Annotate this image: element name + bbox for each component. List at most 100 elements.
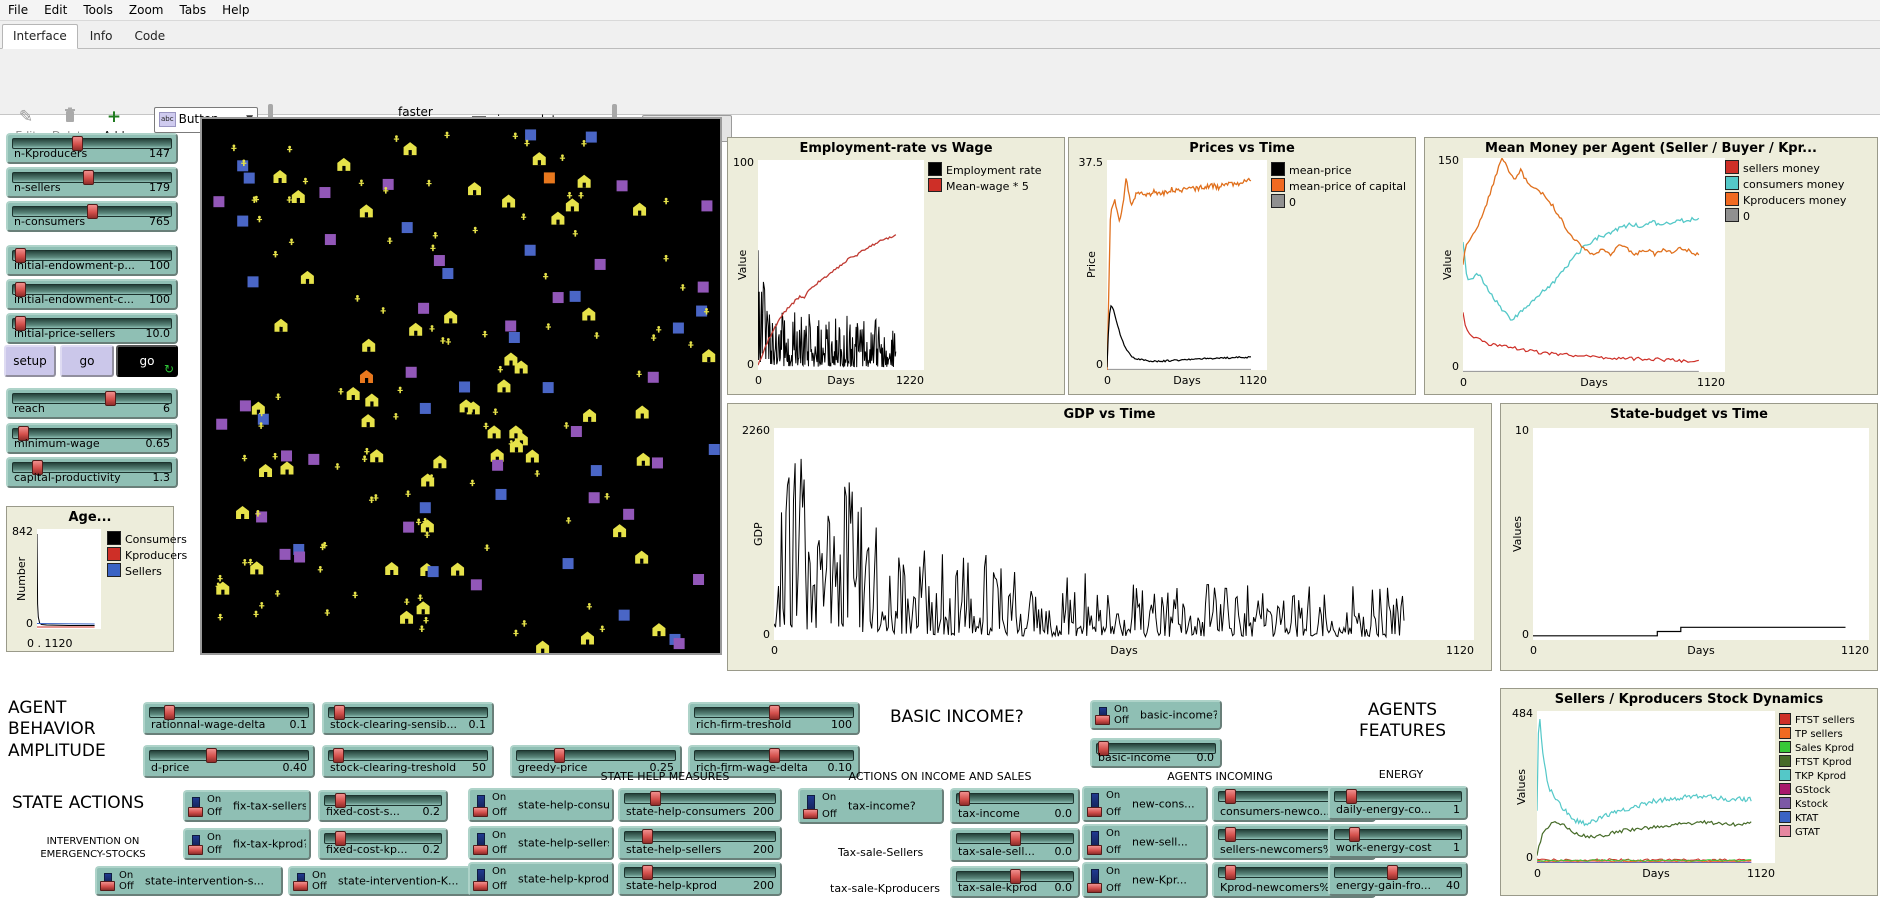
menu-item-tabs[interactable]: Tabs bbox=[172, 0, 215, 20]
slider-handle-state-help-consumers[interactable] bbox=[650, 791, 661, 806]
slider-initial-price-sellers[interactable]: initial-price-sellers10.0 bbox=[6, 313, 178, 344]
slider-stock-clearing-treshold[interactable]: stock-clearing-treshold50 bbox=[322, 745, 494, 778]
switch-handle-new-sell[interactable] bbox=[1087, 845, 1102, 855]
menu-item-zoom[interactable]: Zoom bbox=[121, 0, 172, 20]
slider-state-help-kprod[interactable]: state-help-kprod200 bbox=[618, 862, 782, 896]
person-agent bbox=[338, 388, 343, 395]
house-agent bbox=[635, 551, 648, 564]
slider-capital-productivity[interactable]: capital-productivity1.3 bbox=[6, 457, 178, 488]
switch-handle-tax-income-q[interactable] bbox=[803, 809, 818, 819]
switch-label: state-intervention-K... bbox=[338, 875, 471, 888]
slider-groove-state-help-consumers bbox=[624, 793, 776, 804]
switch-new-sell[interactable]: OnOffnew-sell... bbox=[1082, 824, 1208, 860]
switch-handle-fix-tax-sellers[interactable] bbox=[188, 807, 203, 817]
slider-rationnal-wage-delta[interactable]: rationnal-wage-delta0.1 bbox=[143, 702, 315, 735]
switch-handle-state-help-consu[interactable] bbox=[473, 807, 488, 817]
slider-tax-sale-kprod[interactable]: tax-sale-kprod0.0 bbox=[950, 866, 1080, 898]
switch-fix-tax-sellers[interactable]: OnOfffix-tax-sellers? bbox=[183, 790, 311, 822]
slider-handle-kprod-newcomers[interactable] bbox=[1225, 865, 1236, 880]
person-agent bbox=[425, 531, 430, 538]
slider-state-help-sellers[interactable]: state-help-sellers200 bbox=[618, 826, 782, 860]
switch-new-kpr[interactable]: OnOffnew-Kpr... bbox=[1082, 862, 1208, 898]
slider-handle-d-price[interactable] bbox=[206, 748, 217, 763]
slider-work-energy-cost[interactable]: work-energy-cost1 bbox=[1328, 824, 1468, 858]
slider-n-consumers[interactable]: n-consumers765 bbox=[6, 201, 178, 232]
tab-info[interactable]: Info bbox=[80, 25, 123, 48]
switch-tax-income-q[interactable]: OnOfftax-income? bbox=[798, 788, 944, 824]
slider-reach[interactable]: reach6 bbox=[6, 388, 178, 419]
switch-on-label: On bbox=[207, 832, 221, 843]
person-agent bbox=[483, 423, 488, 430]
slider-handle-work-energy-cost[interactable] bbox=[1349, 827, 1360, 842]
switch-basic-income-q[interactable]: OnOffbasic-income? bbox=[1090, 700, 1222, 730]
button-go-forever[interactable]: go↻ bbox=[116, 345, 178, 377]
slider-n-sellers[interactable]: n-sellers179 bbox=[6, 167, 178, 198]
square-agent bbox=[420, 502, 431, 513]
switch-state-help-consu[interactable]: OnOffstate-help-consu... bbox=[468, 788, 614, 822]
switch-handle-state-intervention-k[interactable] bbox=[293, 881, 308, 891]
slider-handle-n-sellers[interactable] bbox=[83, 170, 94, 185]
switch-state-help-kprod-q[interactable]: OnOffstate-help-kprod? bbox=[468, 862, 614, 896]
switch-state-intervention-s[interactable]: OnOffstate-intervention-s... bbox=[95, 866, 283, 896]
square-agent bbox=[459, 381, 470, 392]
tab-code[interactable]: Code bbox=[124, 25, 175, 48]
square-agent bbox=[674, 638, 685, 649]
slider-state-help-consumers[interactable]: state-help-consumers200 bbox=[618, 788, 782, 822]
switch-handle-state-intervention-s[interactable] bbox=[100, 881, 115, 891]
slider-fixed-cost-kp[interactable]: fixed-cost-kp...0.2 bbox=[318, 828, 448, 860]
switch-handle-state-help-kprod-q[interactable] bbox=[473, 881, 488, 891]
slider-handle-tax-sale-sell[interactable] bbox=[1010, 831, 1021, 846]
slider-basic-income[interactable]: basic-income0.0 bbox=[1090, 738, 1222, 768]
slider-energy-gain-fro[interactable]: energy-gain-fro...40 bbox=[1328, 862, 1468, 896]
button-go[interactable]: go bbox=[60, 345, 114, 377]
slider-n-kproducers[interactable]: n-Kproducers147 bbox=[6, 133, 178, 164]
slider-minimum-wage[interactable]: minimum-wage0.65 bbox=[6, 423, 178, 454]
slider-fixed-cost-s[interactable]: fixed-cost-s...0.2 bbox=[318, 790, 448, 822]
legend-item-consumers-money: consumers money bbox=[1725, 176, 1846, 192]
slider-rich-firm-treshold[interactable]: rich-firm-treshold100 bbox=[688, 702, 860, 735]
slider-tax-sale-sell[interactable]: tax-sale-sell...0.0 bbox=[950, 828, 1080, 862]
legend-swatch bbox=[1271, 194, 1285, 208]
house-agent bbox=[581, 632, 594, 645]
switch-handle-state-help-sellers-q[interactable] bbox=[473, 845, 488, 855]
slider-handle-reach[interactable] bbox=[105, 391, 116, 406]
slider-handle-tax-income[interactable] bbox=[959, 791, 970, 806]
menu-item-file[interactable]: File bbox=[0, 0, 36, 20]
person-agent bbox=[303, 178, 308, 185]
menu-item-tools[interactable]: Tools bbox=[75, 0, 121, 20]
switch-handle-basic-income-q[interactable] bbox=[1095, 715, 1110, 725]
slider-handle-n-consumers[interactable] bbox=[87, 204, 98, 219]
slider-stock-clearing-sensib[interactable]: stock-clearing-sensib...0.1 bbox=[322, 702, 494, 735]
square-agent bbox=[505, 320, 516, 331]
slider-handle-daily-energy-co[interactable] bbox=[1346, 789, 1357, 804]
slider-handle-state-help-sellers[interactable] bbox=[642, 829, 653, 844]
legend-swatch bbox=[1725, 208, 1739, 222]
slider-initial-endowment-c[interactable]: initial-endowment-c...100 bbox=[6, 279, 178, 310]
slider-label: initial-price-sellers bbox=[14, 327, 115, 340]
slider-d-price[interactable]: d-price0.40 bbox=[143, 745, 315, 778]
slider-handle-consumers-newco[interactable] bbox=[1225, 789, 1236, 804]
switch-handle-fix-tax-kprod[interactable] bbox=[188, 845, 203, 855]
menu-item-help[interactable]: Help bbox=[214, 0, 257, 20]
plot-xmax: 1120 bbox=[1537, 867, 1775, 880]
slider-handle-sellers-newcomers[interactable] bbox=[1225, 827, 1236, 842]
switch-state-intervention-k[interactable]: OnOffstate-intervention-K... bbox=[288, 866, 476, 896]
person-agent bbox=[600, 625, 605, 632]
house-agent bbox=[533, 152, 546, 165]
slider-handle-state-help-kprod[interactable] bbox=[642, 865, 653, 880]
switch-fix-tax-kprod[interactable]: OnOfffix-tax-kprod? bbox=[183, 828, 311, 860]
legend-label: 0 bbox=[1743, 210, 1750, 223]
world-view[interactable] bbox=[200, 117, 722, 655]
slider-value: 147 bbox=[149, 147, 170, 160]
switch-new-cons[interactable]: OnOffnew-cons... bbox=[1082, 786, 1208, 822]
menu-item-edit[interactable]: Edit bbox=[36, 0, 75, 20]
button-setup[interactable]: setup bbox=[4, 345, 56, 377]
switch-handle-new-cons[interactable] bbox=[1087, 807, 1102, 817]
tab-interface[interactable]: Interface bbox=[2, 24, 78, 49]
switch-state-help-sellers-q[interactable]: OnOffstate-help-sellers? bbox=[468, 826, 614, 860]
slider-tax-income[interactable]: tax-income0.0 bbox=[950, 788, 1080, 824]
switch-handle-new-kpr[interactable] bbox=[1087, 883, 1102, 893]
slider-handle-energy-gain-fro[interactable] bbox=[1387, 865, 1398, 880]
slider-initial-endowment-p[interactable]: initial-endowment-p...100 bbox=[6, 245, 178, 276]
slider-daily-energy-co[interactable]: daily-energy-co...1 bbox=[1328, 786, 1468, 820]
